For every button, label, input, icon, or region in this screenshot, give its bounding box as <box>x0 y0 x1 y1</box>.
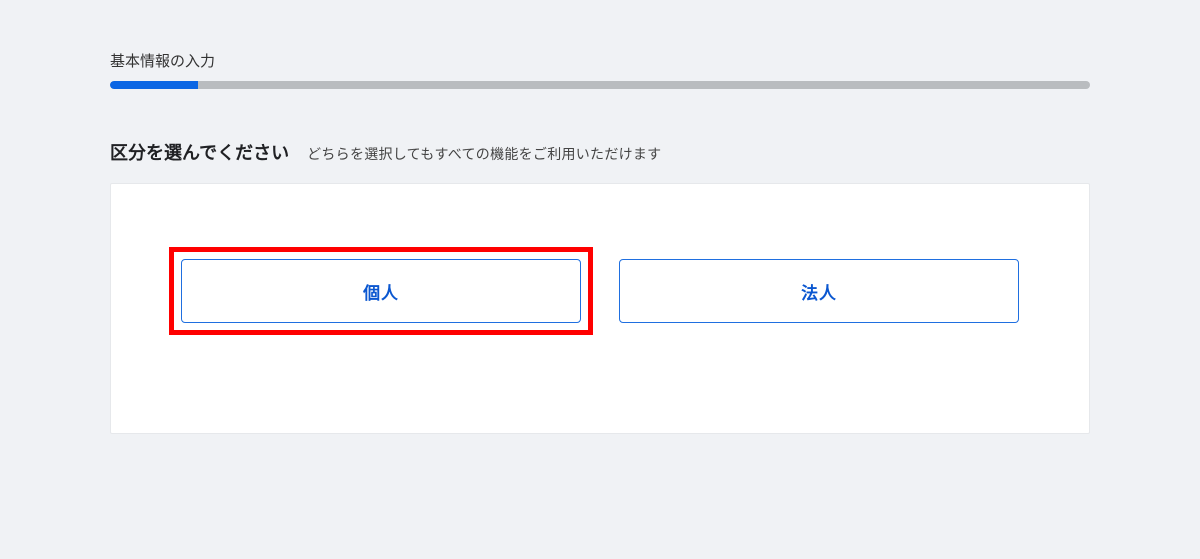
progress-bar <box>110 81 1090 89</box>
heading-row: 区分を選んでください どちらを選択してもすべての機能をご利用いただけます <box>110 139 1090 165</box>
question-subheading: どちらを選択してもすべての機能をご利用いただけます <box>307 144 661 164</box>
option-individual-button[interactable]: 個人 <box>181 259 581 323</box>
options-panel: 個人 法人 <box>110 183 1090 434</box>
progress-fill <box>110 81 198 89</box>
question-heading: 区分を選んでください <box>110 139 289 165</box>
step-label: 基本情報の入力 <box>110 50 1090 71</box>
registration-step: 基本情報の入力 区分を選んでください どちらを選択してもすべての機能をご利用いた… <box>0 0 1200 434</box>
option-corporate-wrap: 法人 <box>619 259 1019 323</box>
option-individual-wrap: 個人 <box>181 259 581 323</box>
option-corporate-button[interactable]: 法人 <box>619 259 1019 323</box>
